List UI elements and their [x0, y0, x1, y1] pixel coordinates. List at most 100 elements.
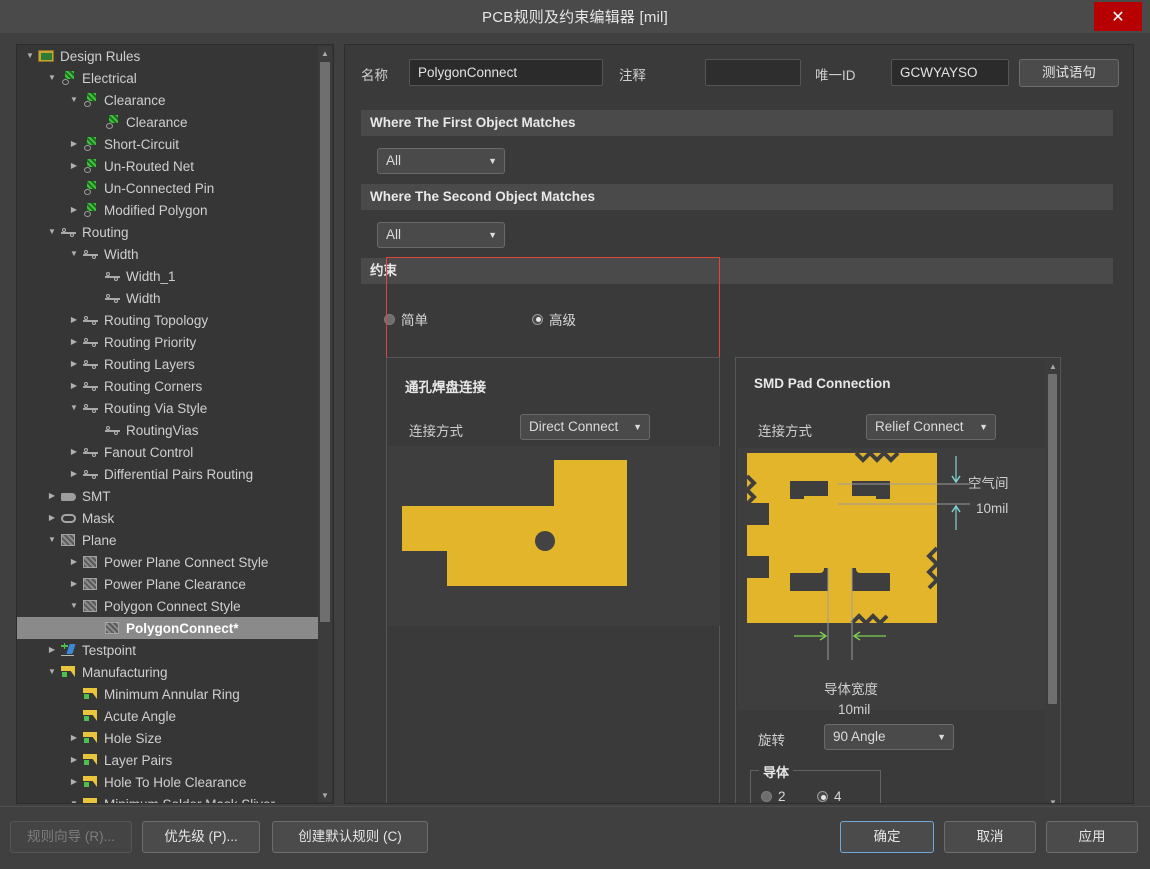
tree-item-un-connected-pin[interactable]: Un-Connected Pin: [17, 177, 319, 199]
scroll-up-icon[interactable]: ▲: [1046, 359, 1060, 373]
name-input[interactable]: PolygonConnect: [409, 59, 603, 86]
tree-item-short-circuit[interactable]: ▶ Short-Circuit: [17, 133, 319, 155]
smd-connect-select[interactable]: Relief Connect ▼: [866, 414, 996, 440]
tree-item-power-plane-clearance[interactable]: ▶ Power Plane Clearance: [17, 573, 319, 595]
tree-item-routing-via-style[interactable]: ▼ Routing Via Style: [17, 397, 319, 419]
scroll-down-icon[interactable]: ▼: [318, 788, 332, 802]
tree-expand-arrow-icon[interactable]: ▼: [67, 89, 81, 111]
tree-expand-arrow-icon[interactable]: ▼: [45, 661, 59, 683]
apply-button[interactable]: 应用: [1046, 821, 1138, 853]
tree-item-hole-size[interactable]: ▶ Hole Size: [17, 727, 319, 749]
tree-expand-arrow-icon[interactable]: ▼: [67, 243, 81, 265]
tree-item-fanout-control[interactable]: ▶ Fanout Control: [17, 441, 319, 463]
second-object-scope-select[interactable]: All ▼: [377, 222, 505, 248]
tree-expand-arrow-icon[interactable]: ▶: [67, 375, 81, 397]
tree-expand-arrow-icon[interactable]: ▶: [67, 573, 81, 595]
tree-item-layer-pairs[interactable]: ▶ Layer Pairs: [17, 749, 319, 771]
tree-item-hole-to-hole-clearance[interactable]: ▶ Hole To Hole Clearance: [17, 771, 319, 793]
tree-expand-arrow-icon[interactable]: ▶: [67, 155, 81, 177]
comment-input[interactable]: [705, 59, 801, 86]
dialog-body: ▼ Design Rules ▼ Electrical ▼ Clearance Cleara…: [0, 33, 1150, 806]
smt-icon: [59, 488, 78, 504]
rule-wizard-button[interactable]: 规则向导 (R)...: [10, 821, 132, 853]
scroll-down-icon[interactable]: ▼: [1046, 795, 1060, 804]
window-title: PCB规则及约束编辑器 [mil]: [482, 9, 668, 26]
constraint-mode-advanced-radio[interactable]: 高级: [532, 309, 576, 329]
tree-item-un-routed-net[interactable]: ▶ Un-Routed Net: [17, 155, 319, 177]
tree-item-electrical[interactable]: ▼ Electrical: [17, 67, 319, 89]
tree-item-plane[interactable]: ▼ Plane: [17, 529, 319, 551]
tree-expand-arrow-icon[interactable]: ▶: [45, 507, 59, 529]
tree-item-routing[interactable]: ▼ Routing: [17, 221, 319, 243]
tree-expand-arrow-icon[interactable]: ▶: [67, 463, 81, 485]
tree-item-routing-topology[interactable]: ▶ Routing Topology: [17, 309, 319, 331]
tree-item-differential-pairs-routing[interactable]: ▶ Differential Pairs Routing: [17, 463, 319, 485]
constraint-mode-simple-radio[interactable]: 简单: [384, 309, 428, 329]
tree-expand-arrow-icon[interactable]: ▼: [45, 221, 59, 243]
test-query-button[interactable]: 测试语句: [1019, 59, 1119, 87]
tree-item-mask[interactable]: ▶ Mask: [17, 507, 319, 529]
tree-expand-arrow-icon[interactable]: ▼: [67, 397, 81, 419]
tree-item-routing-layers[interactable]: ▶ Routing Layers: [17, 353, 319, 375]
plane-icon: [81, 598, 100, 614]
tree-item-minimum-annular-ring[interactable]: Minimum Annular Ring: [17, 683, 319, 705]
tree-item-label: Fanout Control: [104, 444, 194, 460]
tree-item-width[interactable]: Width: [17, 287, 319, 309]
tree-item-manufacturing[interactable]: ▼ Manufacturing: [17, 661, 319, 683]
tree-item-clearance[interactable]: ▼ Clearance: [17, 89, 319, 111]
routing-icon: [81, 378, 100, 394]
tree-expand-arrow-icon[interactable]: ▶: [67, 331, 81, 353]
tree-item-clearance[interactable]: Clearance: [17, 111, 319, 133]
tree-expand-arrow-icon[interactable]: ▶: [45, 485, 59, 507]
smd-rotation-select[interactable]: 90 Angle ▼: [824, 724, 954, 750]
tree-item-design-rules[interactable]: ▼ Design Rules: [17, 45, 319, 67]
tree-item-routing-corners[interactable]: ▶ Routing Corners: [17, 375, 319, 397]
tree-expand-arrow-icon[interactable]: ▶: [67, 199, 81, 221]
tree-expand-arrow-icon[interactable]: ▶: [67, 133, 81, 155]
unique-id-input[interactable]: GCWYAYSO: [891, 59, 1009, 86]
tree-expand-arrow-icon[interactable]: ▶: [67, 749, 81, 771]
manufacturing-icon: [81, 686, 100, 702]
tree-expand-arrow-icon[interactable]: ▶: [45, 639, 59, 661]
cancel-button[interactable]: 取消: [944, 821, 1036, 853]
tree-scroll-thumb[interactable]: [320, 62, 330, 622]
tree-item-width[interactable]: ▼ Width: [17, 243, 319, 265]
first-object-scope-select[interactable]: All ▼: [377, 148, 505, 174]
tree-item-minimum-solder-mask-sliver[interactable]: ▼ Minimum Solder Mask Sliver: [17, 793, 319, 803]
tree-expand-arrow-icon[interactable]: ▼: [23, 45, 37, 67]
tree-item-power-plane-connect-style[interactable]: ▶ Power Plane Connect Style: [17, 551, 319, 573]
tree-item-acute-angle[interactable]: Acute Angle: [17, 705, 319, 727]
tree-item-modified-polygon[interactable]: ▶ Modified Polygon: [17, 199, 319, 221]
design-rules-tree[interactable]: ▼ Design Rules ▼ Electrical ▼ Clearance Cleara…: [16, 44, 334, 804]
smd-conductors-4-radio[interactable]: 4: [817, 789, 842, 803]
through-hole-connect-select[interactable]: Direct Connect ▼: [520, 414, 650, 440]
tree-item-testpoint[interactable]: ▶ Testpoint: [17, 639, 319, 661]
tree-expand-arrow-icon[interactable]: ▼: [67, 793, 81, 803]
smd-scroll-thumb[interactable]: [1048, 374, 1057, 704]
tree-expand-arrow-icon[interactable]: ▼: [67, 595, 81, 617]
tree-expand-arrow-icon[interactable]: ▼: [45, 67, 59, 89]
tree-item-smt[interactable]: ▶ SMT: [17, 485, 319, 507]
tree-item-polygon-connect-style[interactable]: ▼ Polygon Connect Style: [17, 595, 319, 617]
tree-expand-arrow-icon[interactable]: ▶: [67, 551, 81, 573]
tree-expand-arrow-icon[interactable]: ▶: [67, 727, 81, 749]
priorities-button[interactable]: 优先级 (P)...: [142, 821, 260, 853]
close-icon[interactable]: ✕: [1094, 2, 1142, 31]
ok-button[interactable]: 确定: [840, 821, 934, 853]
tree-expand-arrow-icon[interactable]: ▼: [45, 529, 59, 551]
tree-expand-arrow-icon[interactable]: ▶: [67, 309, 81, 331]
scroll-up-icon[interactable]: ▲: [318, 46, 332, 60]
smd-conductors-2-radio[interactable]: 2: [761, 789, 786, 803]
tree-expand-arrow-icon[interactable]: ▶: [67, 771, 81, 793]
tree-item-routingvias[interactable]: RoutingVias: [17, 419, 319, 441]
tree-expand-arrow-icon[interactable]: ▶: [67, 441, 81, 463]
smd-panel-scrollbar[interactable]: ▲ ▼: [1046, 359, 1060, 804]
tree-item-width-1[interactable]: Width_1: [17, 265, 319, 287]
tree-item-polygonconnect[interactable]: PolygonConnect*: [17, 617, 319, 639]
tree-item-routing-priority[interactable]: ▶ Routing Priority: [17, 331, 319, 353]
create-default-rules-button[interactable]: 创建默认规则 (C): [272, 821, 428, 853]
tree-expand-arrow-icon[interactable]: ▶: [67, 353, 81, 375]
name-label: 名称: [361, 68, 388, 83]
tree-vertical-scrollbar[interactable]: ▲ ▼: [318, 46, 332, 802]
tree-item-label: Plane: [82, 532, 117, 548]
